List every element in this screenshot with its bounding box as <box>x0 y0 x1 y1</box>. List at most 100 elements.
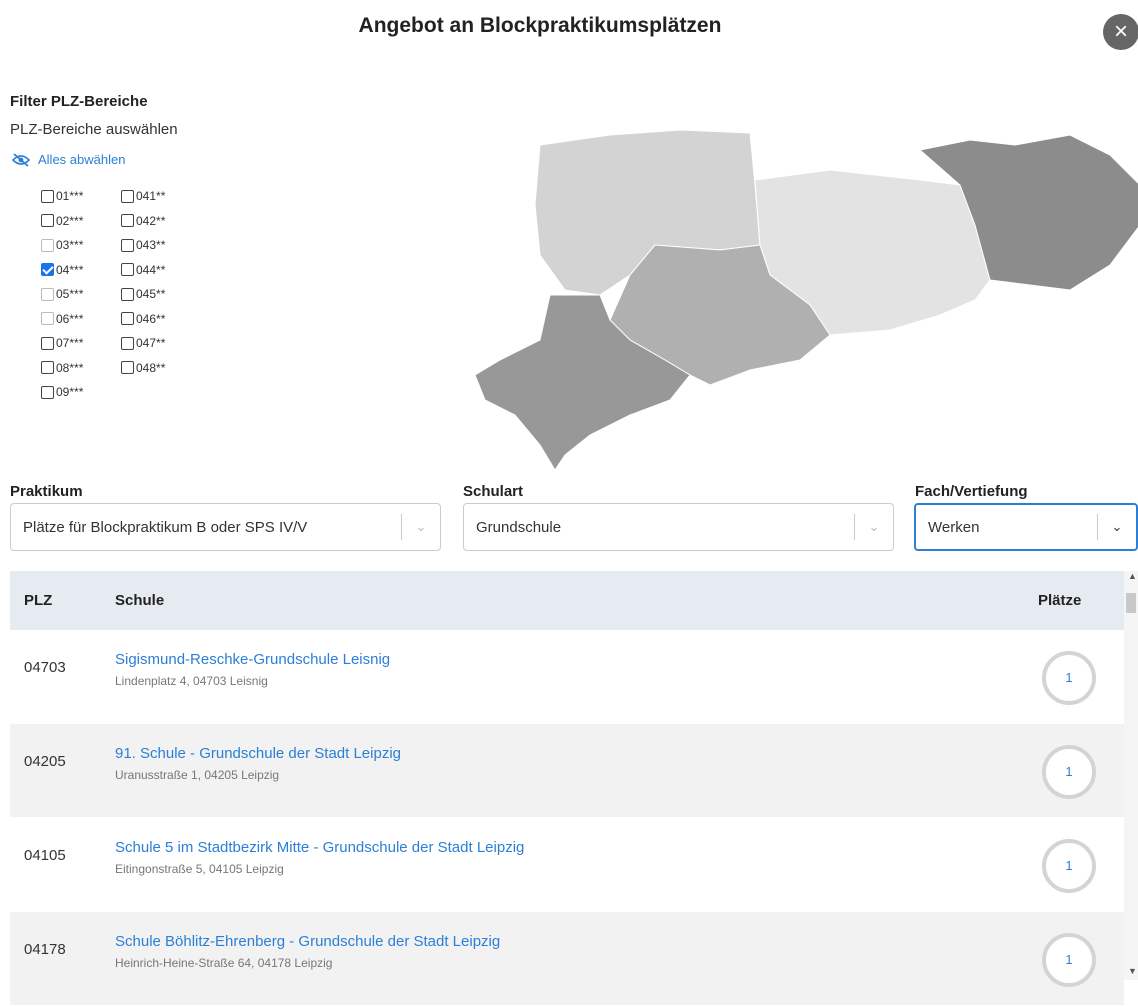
plz-checkbox-item[interactable]: 046** <box>121 307 165 332</box>
checkbox[interactable] <box>41 263 54 277</box>
plz-checkbox-item[interactable]: 044** <box>121 258 165 283</box>
checkbox[interactable] <box>41 312 54 326</box>
scroll-up-icon[interactable]: ▲ <box>1128 571 1137 581</box>
checkbox[interactable] <box>41 238 54 252</box>
row-school: Schule Böhlitz-Ehrenberg - Grundschule d… <box>115 933 500 970</box>
plz-checkbox-item[interactable]: 07*** <box>41 331 83 356</box>
school-name-link[interactable]: 91. Schule - Grundschule der Stadt Leipz… <box>115 745 401 762</box>
plz-checkbox-item[interactable]: 06*** <box>41 307 83 332</box>
checkbox[interactable] <box>41 385 54 399</box>
plz-checkbox-item[interactable]: 042** <box>121 209 165 234</box>
plz-checkbox-item[interactable]: 01*** <box>41 184 83 209</box>
deselect-all-label: Alles abwählen <box>38 152 126 167</box>
table-row: 04105 Schule 5 im Stadtbezirk Mitte - Gru… <box>10 818 1124 912</box>
fach-label: Fach/Vertiefung <box>915 483 1028 500</box>
plaetze-badge: 1 <box>1042 839 1096 893</box>
plz-checkbox-item[interactable]: 05*** <box>41 282 83 307</box>
checkbox[interactable] <box>121 214 134 228</box>
checkbox-label: 07*** <box>56 336 84 351</box>
plaetze-badge: 1 <box>1042 651 1096 705</box>
chevron-down-icon[interactable]: ⌄ <box>1098 519 1136 535</box>
fach-select[interactable]: Werken ⌄ <box>914 503 1138 551</box>
close-icon[interactable]: × <box>1103 14 1138 50</box>
checkbox-label: 045** <box>136 287 166 302</box>
school-name-link[interactable]: Schule 5 im Stadtbezirk Mitte - Grundsch… <box>115 839 524 856</box>
checkbox-label: 09*** <box>56 385 84 400</box>
header-plz: PLZ <box>24 592 53 609</box>
checkbox[interactable] <box>121 263 134 277</box>
checkbox-label: 043** <box>136 238 166 253</box>
plaetze-badge: 1 <box>1042 745 1096 799</box>
checkbox-label: 03*** <box>56 238 84 253</box>
row-school: Schule 5 im Stadtbezirk Mitte - Grundsch… <box>115 839 524 876</box>
checkbox-label: 02*** <box>56 213 84 228</box>
plz-checkbox-column-2: 041** 042** 043** 044** 045** 046** 047** 048** <box>121 184 165 380</box>
checkbox-label: 041** <box>136 189 166 204</box>
row-school: 91. Schule - Grundschule der Stadt Leipz… <box>115 745 401 782</box>
praktikum-label: Praktikum <box>10 483 83 500</box>
school-name-link[interactable]: Sigismund-Reschke-Grundschule Leisnig <box>115 651 390 668</box>
school-address: Uranusstraße 1, 04205 Leipzig <box>115 768 280 782</box>
checkbox[interactable] <box>41 189 54 203</box>
filter-subtitle: PLZ-Bereiche auswählen <box>10 121 178 138</box>
dialog-title: Angebot an Blockpraktikumsplätzen <box>358 14 722 37</box>
header-schule: Schule <box>115 592 165 609</box>
plz-checkbox-item[interactable]: 045** <box>121 282 165 307</box>
schulart-label: Schulart <box>463 483 524 500</box>
table-row: 04205 91. Schule - Grundschule der Stadt … <box>10 724 1124 818</box>
checkbox[interactable] <box>121 312 134 326</box>
fach-value: Werken <box>928 518 980 536</box>
row-plz: 04703 <box>24 659 66 676</box>
row-plz: 04105 <box>24 847 66 864</box>
plz-checkbox-item[interactable]: 041** <box>121 184 165 209</box>
checkbox-label: 044** <box>136 262 166 277</box>
checkbox[interactable] <box>41 336 54 350</box>
checkbox-label: 047** <box>136 336 166 351</box>
table-header: PLZ Schule Plätze <box>10 571 1124 630</box>
plz-checkbox-item[interactable]: 04*** <box>41 258 83 283</box>
school-name-link[interactable]: Schule Böhlitz-Ehrenberg - Grundschule d… <box>115 933 500 950</box>
checkbox[interactable] <box>41 361 54 375</box>
checkbox-label: 042** <box>136 213 166 228</box>
checkbox[interactable] <box>121 287 134 301</box>
header-plaetze: Plätze <box>1038 592 1082 609</box>
plz-checkbox-item[interactable]: 02*** <box>41 209 83 234</box>
deselect-all-link[interactable]: Alles abwählen <box>12 152 125 167</box>
checkbox-label: 05*** <box>56 287 84 302</box>
row-plz: 04205 <box>24 753 66 770</box>
plz-checkbox-item[interactable]: 043** <box>121 233 165 258</box>
checkbox[interactable] <box>121 238 134 252</box>
chevron-down-icon[interactable]: ⌄ <box>855 519 893 535</box>
checkbox-label: 048** <box>136 360 166 375</box>
plz-checkbox-column-1: 01*** 02*** 03*** 04*** 05*** 06*** 07*** 08***… <box>41 184 83 405</box>
school-address: Eitingonstraße 5, 04105 Leipzig <box>115 862 284 876</box>
row-school: Sigismund-Reschke-Grundschule Leisnig Lin… <box>115 651 390 688</box>
checkbox[interactable] <box>41 287 54 301</box>
school-address: Lindenplatz 4, 04703 Leisnig <box>115 674 268 688</box>
plz-checkbox-item[interactable]: 047** <box>121 331 165 356</box>
praktikum-value: Plätze für Blockpraktikum B oder SPS IV/… <box>23 518 308 536</box>
checkbox[interactable] <box>121 189 134 203</box>
schools-table: PLZ Schule Plätze 04703 Sigismund-Reschke… <box>10 571 1124 1006</box>
plz-checkbox-item[interactable]: 03*** <box>41 233 83 258</box>
plz-checkbox-item[interactable]: 09*** <box>41 380 83 405</box>
saxony-map[interactable] <box>470 125 1138 470</box>
scrollbar[interactable] <box>1124 571 1138 980</box>
checkbox[interactable] <box>121 361 134 375</box>
checkbox-label: 04*** <box>56 262 84 277</box>
checkbox-label: 06*** <box>56 311 84 326</box>
schulart-select[interactable]: Grundschule ⌄ <box>463 503 894 551</box>
filter-title: Filter PLZ-Bereiche <box>10 93 148 110</box>
school-address: Heinrich-Heine-Straße 64, 04178 Leipzig <box>115 956 333 970</box>
plz-checkbox-item[interactable]: 048** <box>121 356 165 381</box>
checkbox[interactable] <box>121 336 134 350</box>
plz-checkbox-item[interactable]: 08*** <box>41 356 83 381</box>
eye-off-icon <box>12 152 30 167</box>
praktikum-select[interactable]: Plätze für Blockpraktikum B oder SPS IV/… <box>10 503 441 551</box>
scroll-down-icon[interactable]: ▼ <box>1128 966 1137 976</box>
checkbox[interactable] <box>41 214 54 228</box>
plaetze-badge: 1 <box>1042 933 1096 987</box>
scrollbar-thumb[interactable] <box>1126 593 1136 613</box>
checkbox-label: 01*** <box>56 189 84 204</box>
chevron-down-icon[interactable]: ⌄ <box>402 519 440 535</box>
